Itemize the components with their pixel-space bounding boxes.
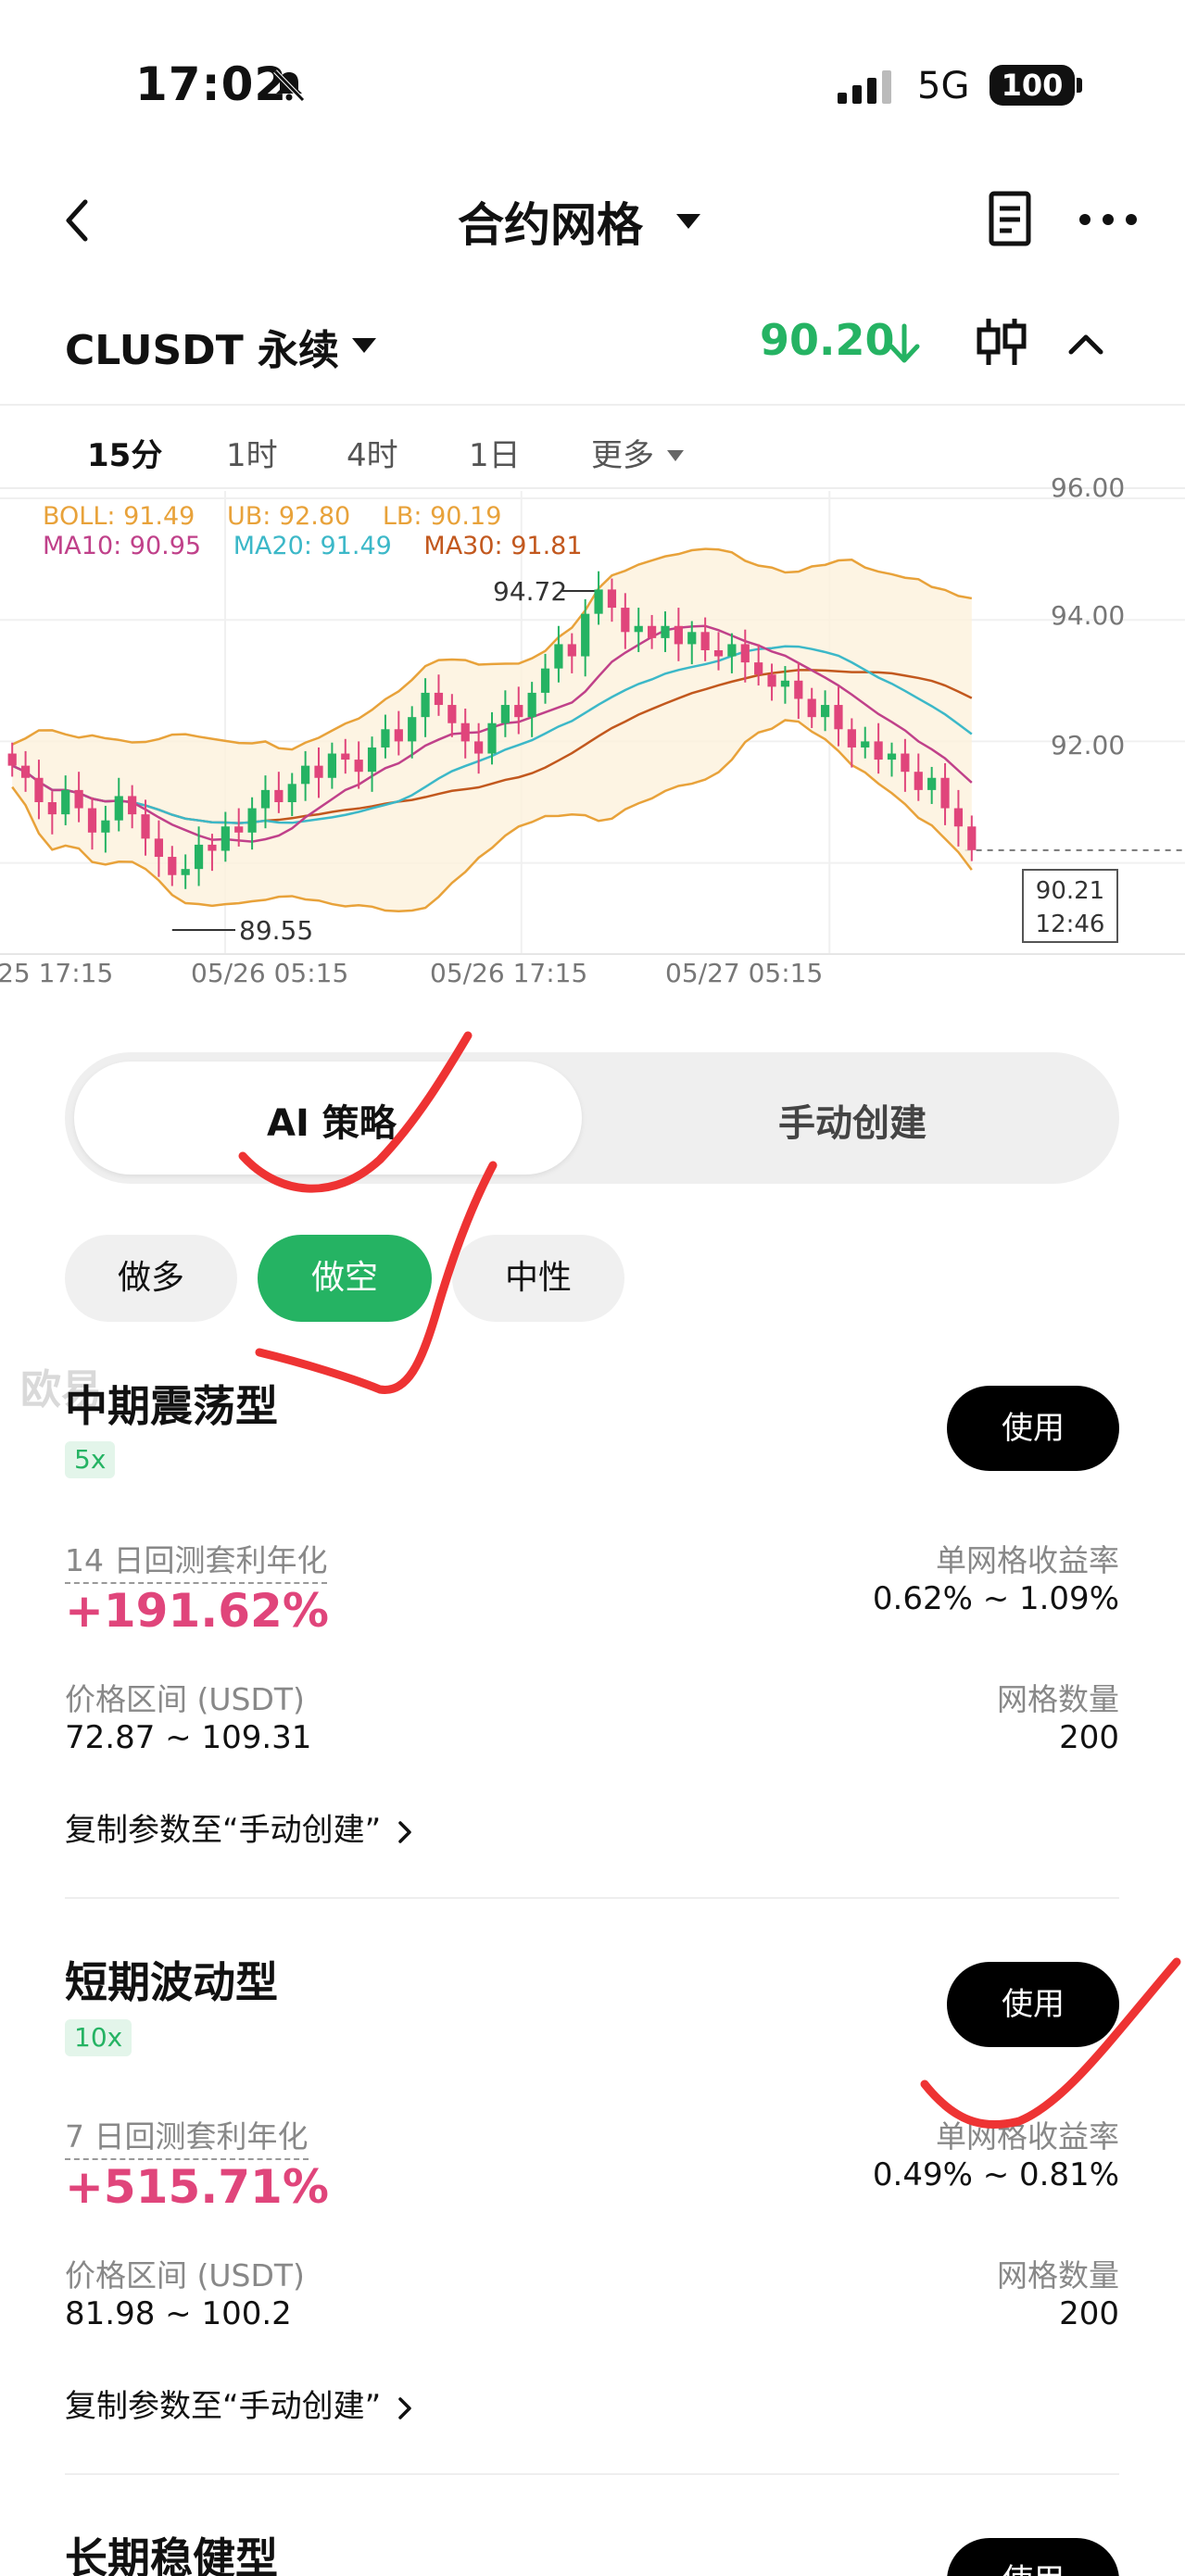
leverage-badge: 10x [65, 2019, 132, 2056]
x-tick-3: 05/27 05:15 [665, 958, 824, 988]
grid-count-label: 网格数量 [997, 2257, 1119, 2293]
price-range-value: 81.98 ~ 100.2 [65, 2295, 292, 2332]
segment-manual-create[interactable]: 手动创建 [778, 1093, 927, 1147]
last-price-marker: 90.21 12:46 [1022, 869, 1118, 943]
price-range-label: 价格区间 (USDT) [65, 2257, 305, 2293]
grid-count-value: 200 [1059, 1719, 1119, 1756]
last-price: 90.20 [760, 315, 895, 365]
legend-lb: LB: 90.19 [382, 502, 502, 531]
low-price-label: 89.55 [239, 915, 314, 946]
legend-boll: BOLL: 91.49 [43, 502, 195, 531]
ma-legend: MA10: 90.95 MA20: 91.49 MA30: 91.81 [43, 532, 607, 560]
legend-ma20: MA20: 91.49 [233, 532, 392, 560]
segment-ai-label[interactable]: AI 策略 [267, 1093, 397, 1147]
copy-params-label[interactable]: 复制参数至“手动创建” [65, 2388, 381, 2425]
backtest-apy: +191.62% [65, 1584, 329, 1638]
copy-params-link[interactable]: 复制参数至“手动创建” [65, 1804, 412, 1850]
high-price-label: 94.72 [493, 576, 568, 607]
page-title[interactable]: 合约网格 [458, 188, 643, 255]
strategy-title: 中期震荡型 [65, 1381, 278, 1431]
chevron-right-icon [398, 1820, 411, 1843]
candlestick-chart[interactable] [0, 491, 1185, 991]
chip-short[interactable]: 做空 [258, 1235, 432, 1322]
grid-yield-label: 单网格收益率 [936, 2118, 1119, 2155]
title-dropdown-icon[interactable] [674, 211, 702, 232]
bell-muted-icon [273, 69, 305, 102]
battery-indicator: 100 [990, 65, 1075, 106]
symbol-dropdown-icon[interactable] [350, 335, 378, 356]
use-button[interactable]: 使用 [947, 2538, 1119, 2576]
status-bar: 17:02 5G 100 [0, 0, 1185, 176]
timeframe-tabs: 15分 1时 4时 1日 更多 [0, 404, 1185, 489]
y-tick-92: 92.00 [1051, 730, 1126, 760]
candlestick-chart-icon[interactable] [975, 315, 1028, 369]
backtest-label[interactable]: 7 日回测套利年化 [65, 2112, 309, 2160]
copy-params-link[interactable]: 复制参数至“手动创建” [65, 2381, 412, 2426]
strategy-title: 短期波动型 [65, 1957, 278, 2007]
grid-count-value: 200 [1059, 2295, 1119, 2332]
chip-neutral[interactable]: 中性 [452, 1235, 624, 1322]
strategy-mode-switch: AI 策略 手动创建 [65, 1052, 1119, 1184]
card-divider [65, 1897, 1119, 1899]
status-time: 17:02 [135, 57, 288, 111]
legend-ma30: MA30: 91.81 [423, 532, 583, 560]
tab-4h[interactable]: 4时 [347, 430, 398, 475]
y-tick-94: 94.00 [1051, 600, 1126, 631]
price-range-label: 价格区间 (USDT) [65, 1681, 305, 1717]
price-range-value: 72.87 ~ 109.31 [65, 1719, 312, 1756]
grid-yield-value: 0.49% ~ 0.81% [872, 2156, 1119, 2193]
chevron-right-icon [398, 2396, 411, 2419]
y-tick-96: 96.00 [1051, 472, 1126, 503]
copy-params-label[interactable]: 复制参数至“手动创建” [65, 1812, 381, 1849]
backtest-apy: +515.71% [65, 2160, 329, 2214]
last-price-value: 90.21 [1035, 877, 1105, 905]
x-tick-2: 05/26 17:15 [430, 958, 588, 988]
backtest-label[interactable]: 14 日回测套利年化 [65, 1536, 328, 1584]
grid-yield-value: 0.62% ~ 1.09% [872, 1580, 1119, 1617]
symbol-selector[interactable]: CLUSDT 永续 [65, 317, 339, 376]
more-dropdown-icon[interactable] [665, 448, 686, 463]
legend-ub: UB: 92.80 [226, 502, 351, 531]
price-down-arrow-icon [889, 323, 920, 363]
x-tick-1: 05/26 05:15 [191, 958, 349, 988]
legend-ma10: MA10: 90.95 [43, 532, 202, 560]
more-options-icon[interactable] [1077, 209, 1140, 230]
orders-document-icon[interactable] [988, 191, 1034, 248]
leverage-badge: 5x [65, 1441, 116, 1478]
chip-long[interactable]: 做多 [65, 1235, 237, 1322]
use-button[interactable]: 使用 [947, 1962, 1119, 2047]
card-divider [65, 2473, 1119, 2475]
network-type: 5G [917, 65, 970, 107]
use-button[interactable]: 使用 [947, 1386, 1119, 1471]
tab-more[interactable]: 更多 [591, 430, 654, 475]
battery-cap [1077, 78, 1082, 93]
strategy-title: 长期稳健型 [65, 2533, 278, 2576]
candle-countdown: 12:46 [1035, 911, 1105, 938]
grid-yield-label: 单网格收益率 [936, 1542, 1119, 1578]
grid-count-label: 网格数量 [997, 1681, 1119, 1717]
cellular-signal-icon [838, 70, 891, 104]
tab-15m[interactable]: 15分 [87, 430, 162, 475]
x-tick-0: 05/25 17:15 [0, 958, 114, 988]
price-chart[interactable]: 欧易 BOLL: 91.49 UB: 92.80 LB: 90.19 MA10:… [0, 472, 1185, 1414]
boll-legend: BOLL: 91.49 UB: 92.80 LB: 90.19 [43, 502, 525, 531]
collapse-chevron-icon[interactable] [1065, 330, 1106, 358]
tab-1h[interactable]: 1时 [226, 430, 278, 475]
back-arrow-icon[interactable] [57, 195, 98, 246]
tab-1d[interactable]: 1日 [469, 430, 521, 475]
